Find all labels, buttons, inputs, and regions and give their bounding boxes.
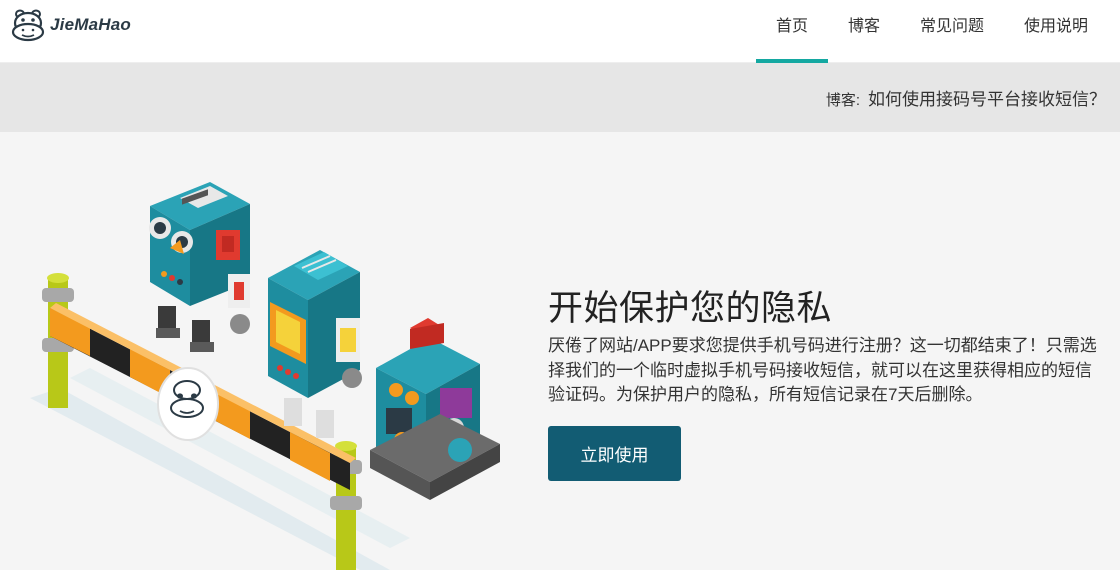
main-nav: 首页 博客 常见问题 使用说明	[755, 0, 1120, 63]
notice-content: 博客: 如何使用接码号平台接收短信？	[826, 85, 1106, 110]
brand-name: JieMaHao	[50, 15, 131, 34]
hippo-logo-icon	[11, 9, 45, 42]
robots-at-barrier-illustration	[30, 182, 500, 570]
brand-logo[interactable]: JieMaHao	[10, 8, 131, 42]
blog-notice-bar: 博客: 如何使用接码号平台接收短信？	[0, 63, 1120, 132]
nav-item-faq[interactable]: 常见问题	[900, 0, 1004, 63]
nav-item-guide[interactable]: 使用说明	[1004, 0, 1120, 63]
notice-blog-link[interactable]: 如何使用接码号平台接收短信？	[868, 85, 1106, 110]
nav-item-home[interactable]: 首页	[755, 0, 828, 63]
hero-section: 开始保护您的隐私 厌倦了网站/APP要求您提供手机号码进行注册？这一切都结束了！…	[0, 132, 1120, 570]
hero-title: 开始保护您的隐私	[548, 289, 833, 328]
start-using-button[interactable]: 立即使用	[548, 426, 681, 481]
nav-item-blog[interactable]: 博客	[828, 0, 900, 63]
top-header: JieMaHao 首页 博客 常见问题 使用说明	[0, 0, 1120, 63]
hero-description: 厌倦了网站/APP要求您提供手机号码进行注册？这一切都结束了！只需选择我们的一个…	[548, 336, 1097, 404]
notice-label: 博客:	[825, 92, 860, 109]
